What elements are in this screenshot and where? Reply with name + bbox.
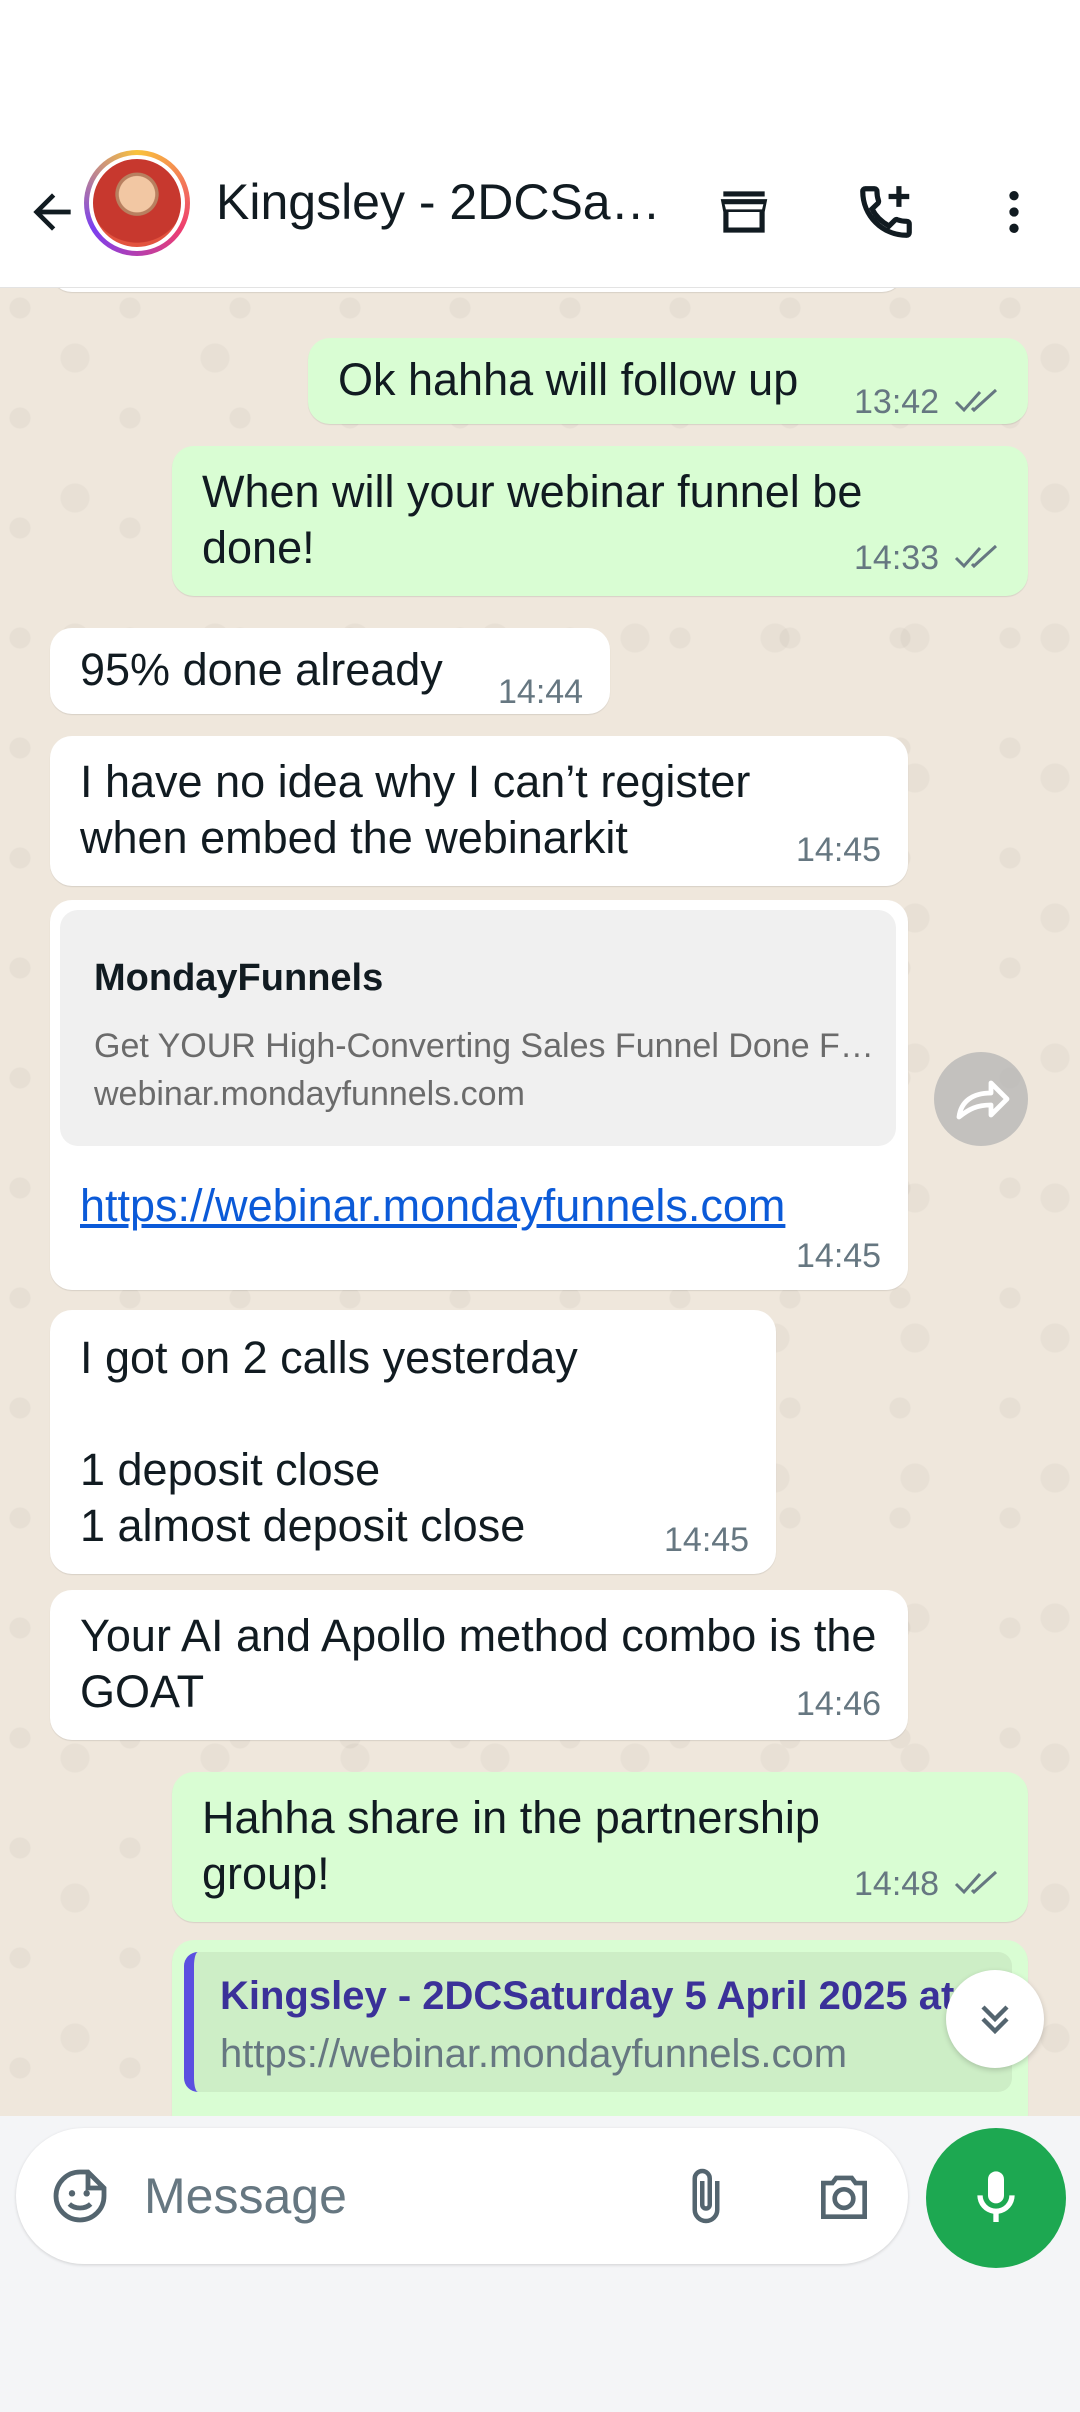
message-composer (16, 2128, 908, 2264)
read-ticks-icon (954, 388, 998, 413)
message-bubble-incoming[interactable]: Your AI and Apollo method combo is the G… (50, 1590, 908, 1740)
chat-messages[interactable]: Ok hahha will follow up 13:42 When will … (0, 288, 1080, 2116)
message-bubble-incoming[interactable]: I got on 2 calls yesterday 1 deposit clo… (50, 1310, 776, 1574)
link-preview-title: MondayFunnels (94, 957, 384, 999)
back-arrow-icon (33, 193, 71, 231)
mic-icon (977, 2171, 1015, 2222)
message-bubble-incoming[interactable]: 95% done already 14:44 (50, 628, 610, 714)
message-time: 14:44 (498, 673, 584, 711)
contact-avatar[interactable] (84, 150, 190, 256)
message-text: 95% done already (80, 644, 443, 695)
message-time: 14:45 (664, 1521, 750, 1559)
voice-message-button[interactable] (926, 2128, 1066, 2268)
message-text: Hahha share in the partnership group! (202, 1792, 820, 1899)
message-text: Ok hahha will follow up (338, 354, 799, 405)
double-chevron-down-icon (981, 2005, 1009, 2035)
message-bubble-outgoing[interactable]: When will your webinar funnel be done! 1… (172, 446, 1028, 596)
forward-button[interactable] (934, 1052, 1028, 1146)
message-bubble-outgoing[interactable]: Ok hahha will follow up 13:42 (308, 338, 1028, 424)
message-bubble-incoming[interactable]: I have no idea why I can’t register when… (50, 736, 908, 886)
read-ticks-icon (954, 1870, 998, 1895)
scroll-to-bottom-button[interactable] (946, 1970, 1044, 2068)
message-text: I have no idea why I can’t register when… (80, 756, 751, 863)
more-options-button[interactable] (966, 164, 1062, 260)
message-bubble-partial[interactable] (50, 288, 904, 292)
attach-button[interactable] (666, 2156, 746, 2236)
link-preview-domain: webinar.mondayfunnels.com (94, 1075, 525, 1113)
message-bubble-outgoing[interactable]: Hahha share in the partnership group! 14… (172, 1772, 1028, 1922)
status-bar (0, 0, 1080, 140)
message-bubble-quoted[interactable]: Kingsley - 2DCSaturday 5 April 2025 at h… (172, 1940, 1028, 2116)
camera-button[interactable] (804, 2156, 884, 2236)
message-time: 14:46 (796, 1685, 882, 1723)
link-preview-card[interactable]: MondayFunnels Get YOUR High-Converting S… (60, 910, 896, 1146)
shop-icon (720, 191, 768, 233)
quoted-sender: Kingsley - 2DCSaturday 5 April 2025 at (220, 1974, 955, 2018)
message-time: 14:45 (796, 1237, 882, 1275)
message-input[interactable] (144, 2156, 664, 2236)
add-call-icon (860, 186, 912, 238)
contact-name[interactable]: Kingsley - 2DCSaturday 5 April 2025 at (216, 170, 666, 234)
system-navigation-bar (0, 2280, 1080, 2412)
shop-button[interactable] (696, 164, 792, 260)
add-call-button[interactable] (838, 164, 934, 260)
message-time: 14:33 (854, 539, 940, 577)
forward-icon (956, 1080, 1010, 1120)
message-text: I got on 2 calls yesterday 1 deposit clo… (80, 1332, 578, 1551)
sticker-icon (53, 2169, 107, 2223)
camera-icon (821, 2175, 867, 2219)
read-ticks-icon (954, 544, 998, 569)
chat-header: Kingsley - 2DCSaturday 5 April 2025 at (0, 140, 1080, 288)
quoted-message[interactable]: Kingsley - 2DCSaturday 5 April 2025 at h… (184, 1952, 1012, 2092)
sticker-button[interactable] (40, 2156, 120, 2236)
attach-icon (692, 2168, 720, 2224)
message-text: Your AI and Apollo method combo is the G… (80, 1610, 877, 1717)
message-bubble-link[interactable]: MondayFunnels Get YOUR High-Converting S… (50, 900, 908, 1290)
message-link[interactable]: https://webinar.mondayfunnels.com (80, 1178, 785, 1234)
more-vert-icon (1009, 191, 1019, 233)
back-button[interactable] (16, 176, 88, 248)
message-time: 14:48 (854, 1865, 940, 1903)
message-time: 13:42 (854, 383, 940, 421)
quoted-text: https://webinar.mondayfunnels.com (220, 2032, 848, 2076)
message-time: 14:45 (796, 831, 882, 869)
